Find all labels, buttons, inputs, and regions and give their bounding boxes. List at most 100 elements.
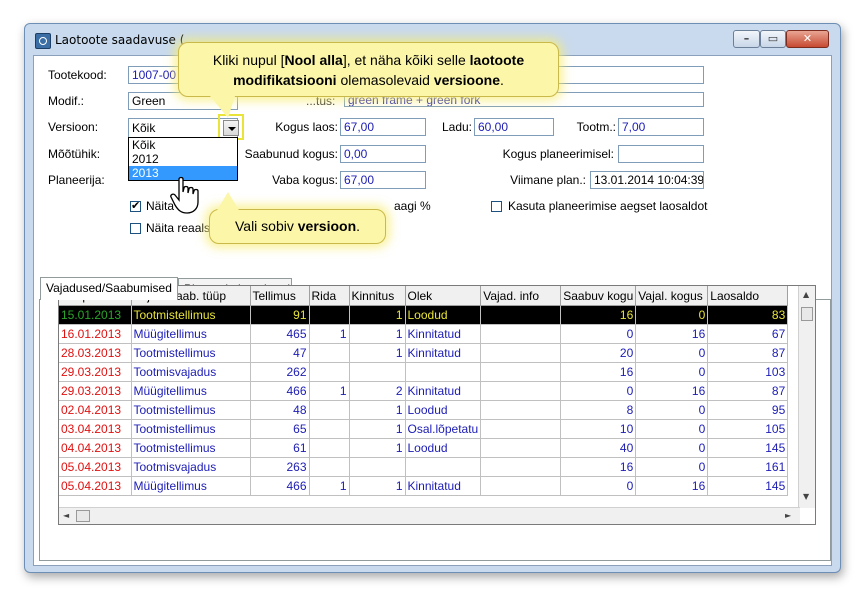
minimize-button[interactable]: – [733, 30, 760, 48]
tootm-field[interactable]: 7,00 [618, 118, 704, 136]
table-cell: 1 [349, 476, 406, 496]
check-naita-kuv[interactable] [130, 199, 141, 212]
table-row[interactable]: 29.03.2013 Müügitellimus 466 1 2 Kinnitatud 0 1… [59, 381, 789, 401]
table-cell: 0 [635, 362, 709, 382]
column-header[interactable]: Kinnitus [349, 286, 406, 306]
horizontal-scroll-thumb[interactable] [76, 510, 90, 522]
table-cell: 1 [349, 438, 406, 458]
table-cell: 47 [250, 343, 310, 363]
vaba-field[interactable]: 67,00 [340, 171, 426, 189]
horizontal-scrollbar[interactable]: ◄ ► [59, 507, 800, 524]
scroll-up-icon[interactable]: ▲ [803, 290, 809, 299]
window-title: Laotoote saadavuse ( [55, 33, 185, 47]
scroll-right-icon[interactable]: ► [785, 511, 791, 520]
table-cell [480, 362, 562, 382]
data-grid[interactable]: KuupäevVajad./saab. tüüpTellimusRidaKinn… [58, 285, 816, 525]
table-cell: Tootmistellimus [131, 419, 251, 439]
chevron-down-icon[interactable] [223, 120, 239, 136]
table-cell: 87 [707, 343, 789, 363]
version-option-koik[interactable]: Kõik [129, 138, 237, 152]
table-cell [480, 305, 562, 325]
saabunud-field[interactable]: 0,00 [340, 145, 426, 163]
table-row[interactable]: 02.04.2013 Tootmistellimus 48 1 Loodud 8 0 95 [59, 400, 789, 420]
table-row[interactable]: 05.04.2013 Tootmisvajadus 263 16 0 161 [59, 457, 789, 477]
table-cell: 1 [349, 419, 406, 439]
column-header[interactable]: Vajad. info [480, 286, 562, 306]
maximize-icon: ▭ [767, 32, 779, 45]
table-row[interactable]: 05.04.2013 Müügitellimus 466 1 1 Kinnitatud 0 1… [59, 476, 789, 496]
tootekood-desc-field[interactable] [554, 66, 704, 84]
table-cell: 1 [349, 324, 406, 344]
scroll-down-icon[interactable]: ▼ [803, 492, 809, 501]
kogus-laos-field[interactable]: 67,00 [340, 118, 426, 136]
table-cell: 04.04.2013 [59, 438, 132, 458]
table-cell [480, 457, 562, 477]
table-row[interactable]: 15.01.2013 Tootmistellimus 91 1 Loodud 16 0 83 [59, 305, 789, 325]
callout-top-tail [210, 96, 235, 118]
kogus-laos-label: Kogus laos: [275, 120, 338, 134]
table-cell: 87 [707, 381, 789, 401]
kogus-plan-label: Kogus planeerimisel: [502, 147, 614, 161]
close-button[interactable]: ✕ [786, 30, 829, 48]
version-dropdown-list[interactable]: Kõik 2012 2013 [128, 137, 238, 181]
maximize-button[interactable]: ▭ [760, 30, 786, 48]
viimane-field[interactable]: 13.01.2014 10:04:39 [590, 171, 704, 189]
check-aagi-label: aagi % [394, 199, 431, 213]
tab-vajadused[interactable]: Vajadused/Saabumised [40, 277, 178, 300]
table-cell: Müügitellimus [131, 324, 251, 344]
table-cell: 465 [250, 324, 310, 344]
column-header[interactable]: Tellimus [250, 286, 310, 306]
vertical-scroll-thumb[interactable] [801, 307, 813, 321]
viimane-label: Viimane plan.: [510, 173, 586, 187]
scroll-left-icon[interactable]: ◄ [63, 511, 69, 520]
saabunud-label: Saabunud kogus: [244, 147, 338, 161]
check-kasuta-plan-label: Kasuta planeerimise aegset laosaldot [508, 199, 708, 213]
table-cell: Kinnitatud [405, 476, 482, 496]
version-combo-value: Kõik [132, 121, 156, 135]
table-cell [309, 419, 350, 439]
table-cell: Müügitellimus [131, 381, 251, 401]
table-cell: 8 [560, 400, 637, 420]
table-cell: Tootmistellimus [131, 438, 251, 458]
hand-cursor-icon [170, 176, 199, 214]
column-header[interactable]: Rida [309, 286, 350, 306]
callout-bottom-tail [216, 192, 240, 212]
column-header[interactable]: Vajal. kogus [635, 286, 709, 306]
table-cell: 1 [309, 324, 350, 344]
check-kasuta-plan[interactable] [491, 201, 502, 212]
table-cell: Kinnitatud [405, 324, 482, 344]
table-row[interactable]: 03.04.2013 Tootmistellimus 65 1 Osal.lõpetat… [59, 419, 789, 439]
table-row[interactable]: 16.01.2013 Müügitellimus 465 1 1 Kinnitatud 0 1… [59, 324, 789, 344]
ladu-field[interactable]: 60,00 [474, 118, 554, 136]
column-header[interactable]: Saabuv kogu [560, 286, 637, 306]
table-cell: 48 [250, 400, 310, 420]
tootm-label: Tootm.: [576, 120, 616, 134]
table-cell: 0 [635, 438, 709, 458]
table-cell: 105 [707, 419, 789, 439]
vertical-scrollbar[interactable]: ▲ ▼ [798, 286, 815, 508]
table-cell: Loodud [405, 305, 482, 325]
table-cell: Kinnitatud [405, 343, 482, 363]
vaba-label: Vaba kogus: [272, 173, 338, 187]
unit-label: Mõõtühik: [48, 147, 101, 161]
table-cell: 0 [635, 419, 709, 439]
modif-label: Modif.: [48, 94, 85, 108]
app-icon [35, 33, 51, 49]
table-row[interactable]: 28.03.2013 Tootmistellimus 47 1 Kinnitatud 20… [59, 343, 789, 363]
grid-table: KuupäevVajad./saab. tüüpTellimusRidaKinn… [59, 286, 789, 496]
tootekood-label: Tootekood: [48, 68, 107, 82]
kogus-plan-field[interactable] [618, 145, 704, 163]
table-cell: 103 [707, 362, 789, 382]
table-cell: 1 [349, 343, 406, 363]
table-cell: 29.03.2013 [59, 381, 132, 401]
version-option-2012[interactable]: 2012 [129, 152, 237, 166]
column-header[interactable]: Laosaldo [707, 286, 789, 306]
table-cell: 29.03.2013 [59, 362, 132, 382]
table-cell: 03.04.2013 [59, 419, 132, 439]
table-row[interactable]: 04.04.2013 Tootmistellimus 61 1 Loodud 40 0 145 [59, 438, 789, 458]
column-header[interactable]: Olek [405, 286, 482, 306]
table-cell: 466 [250, 476, 310, 496]
table-cell: Tootmistellimus [131, 400, 251, 420]
check-naita-reaals[interactable] [130, 223, 141, 234]
table-row[interactable]: 29.03.2013 Tootmisvajadus 262 16 0 103 [59, 362, 789, 382]
